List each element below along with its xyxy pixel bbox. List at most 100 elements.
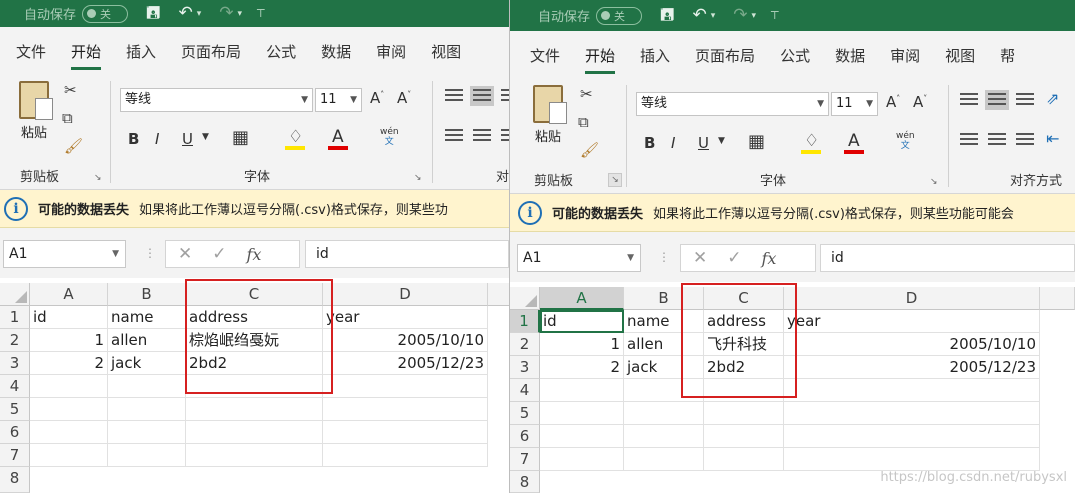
empty-cell[interactable] <box>30 398 108 421</box>
column-header-a[interactable]: A <box>30 283 108 306</box>
tab-view[interactable]: 视图 <box>945 45 975 66</box>
splitter-icon[interactable]: ⋮ <box>658 250 670 264</box>
row-header-4[interactable]: 4 <box>510 379 540 402</box>
row-header-5[interactable]: 5 <box>510 402 540 425</box>
tab-formulas[interactable]: 公式 <box>780 45 810 66</box>
customize-toolbar-icon[interactable]: ⊤ <box>256 7 266 20</box>
empty-cell[interactable] <box>540 448 624 471</box>
border-icon[interactable]: ▦ <box>232 127 249 148</box>
splitter-icon[interactable]: ⋮ <box>144 246 156 260</box>
row-header-7[interactable]: 7 <box>0 444 30 467</box>
tab-insert[interactable]: 插入 <box>126 41 156 62</box>
format-painter-icon[interactable]: 🖌 <box>64 137 83 155</box>
copy-icon[interactable]: ⧉ <box>578 113 589 131</box>
undo-dropdown-icon[interactable]: ▾ <box>711 11 716 21</box>
empty-cell[interactable] <box>624 448 704 471</box>
italic-icon[interactable]: I <box>671 134 675 152</box>
row-header-6[interactable]: 6 <box>0 421 30 444</box>
empty-cell[interactable] <box>624 425 704 448</box>
italic-icon[interactable]: I <box>155 130 159 148</box>
empty-cell[interactable] <box>540 379 624 402</box>
decrease-indent-icon[interactable]: ⇤ <box>1046 129 1059 148</box>
tab-data[interactable]: 数据 <box>835 45 865 66</box>
enter-icon[interactable]: ✓ <box>727 248 741 268</box>
empty-cell[interactable] <box>784 402 1040 425</box>
clipboard-launcher-icon[interactable]: ↘ <box>608 173 622 187</box>
shrink-font-icon[interactable]: A˅ <box>397 89 411 107</box>
empty-cell[interactable] <box>108 375 186 398</box>
function-icon[interactable]: fx <box>762 249 777 268</box>
empty-cell[interactable] <box>186 444 323 467</box>
cancel-icon[interactable]: ✕ <box>693 248 707 268</box>
tab-review[interactable]: 审阅 <box>890 45 920 66</box>
align-center-icon[interactable] <box>988 133 1006 147</box>
phonetic-icon[interactable]: wén 文 <box>896 131 915 151</box>
enter-icon[interactable]: ✓ <box>212 244 226 264</box>
font-color-icon[interactable]: A <box>848 131 860 151</box>
copy-icon[interactable]: ⧉ <box>62 109 73 127</box>
shrink-font-icon[interactable]: A˅ <box>913 93 927 111</box>
cell-d1[interactable]: year <box>784 310 1040 333</box>
redo-dropdown-icon[interactable]: ▾ <box>238 9 243 19</box>
tab-help[interactable]: 帮 <box>1000 45 1015 66</box>
fill-color-icon[interactable]: ♢ <box>804 131 819 151</box>
row-header-2[interactable]: 2 <box>510 333 540 356</box>
align-left-icon[interactable] <box>960 133 978 147</box>
undo-icon[interactable]: ↶ <box>178 5 192 22</box>
undo-dropdown-icon[interactable]: ▾ <box>197 9 202 19</box>
column-header-d[interactable]: D <box>784 287 1040 310</box>
column-header-d[interactable]: D <box>323 283 488 306</box>
align-middle-icon[interactable] <box>985 90 1009 110</box>
chevron-down-icon[interactable]: ▼ <box>718 136 725 146</box>
align-left-icon[interactable] <box>445 129 463 143</box>
select-all-button[interactable] <box>0 283 30 306</box>
fill-color-icon[interactable]: ♢ <box>288 127 303 147</box>
align-top-icon[interactable] <box>960 93 978 107</box>
font-launcher-icon[interactable]: ↘ <box>414 173 422 183</box>
align-right-icon[interactable] <box>1016 133 1034 147</box>
empty-cell[interactable] <box>30 375 108 398</box>
empty-cell[interactable] <box>186 421 323 444</box>
cell-d2[interactable]: 2005/10/10 <box>784 333 1040 356</box>
function-icon[interactable]: fx <box>247 245 262 264</box>
align-top-icon[interactable] <box>445 89 463 103</box>
name-box[interactable]: A1 ▼ <box>517 244 641 272</box>
paste-button[interactable]: 粘贴 <box>14 81 54 141</box>
empty-cell[interactable] <box>704 425 784 448</box>
cell-b2[interactable]: allen <box>108 329 186 352</box>
empty-cell[interactable] <box>704 402 784 425</box>
cut-icon[interactable]: ✂ <box>580 85 593 103</box>
column-header-e[interactable] <box>488 283 509 306</box>
cell-b1[interactable]: name <box>108 306 186 329</box>
grow-font-icon[interactable]: A˄ <box>370 89 384 107</box>
chevron-down-icon[interactable]: ▼ <box>202 132 209 142</box>
font-name-select[interactable]: 等线 ▼ <box>120 88 313 112</box>
empty-cell[interactable] <box>323 444 488 467</box>
phonetic-icon[interactable]: wén 文 <box>380 127 399 147</box>
empty-cell[interactable] <box>108 398 186 421</box>
cell-d1[interactable]: year <box>323 306 488 329</box>
tab-view[interactable]: 视图 <box>431 41 461 62</box>
align-bottom-icon[interactable] <box>1016 93 1034 107</box>
tab-page-layout[interactable]: 页面布局 <box>181 41 241 62</box>
underline-icon[interactable]: U <box>698 134 709 152</box>
formula-input[interactable]: id <box>820 244 1075 272</box>
tab-file[interactable]: 文件 <box>16 41 46 62</box>
empty-cell[interactable] <box>323 398 488 421</box>
empty-cell[interactable] <box>30 421 108 444</box>
cell-b3[interactable]: jack <box>108 352 186 375</box>
empty-cell[interactable] <box>323 421 488 444</box>
autosave-toggle[interactable]: 关 <box>82 4 129 23</box>
row-header-3[interactable]: 3 <box>0 352 30 375</box>
empty-cell[interactable] <box>624 402 704 425</box>
empty-cell[interactable] <box>540 402 624 425</box>
tab-page-layout[interactable]: 页面布局 <box>695 45 755 66</box>
cell-a1[interactable]: id <box>30 306 108 329</box>
tab-insert[interactable]: 插入 <box>640 45 670 66</box>
cell-a2[interactable]: 1 <box>30 329 108 352</box>
underline-icon[interactable]: U <box>182 130 193 148</box>
column-header-b[interactable]: B <box>108 283 186 306</box>
tab-file[interactable]: 文件 <box>530 45 560 66</box>
grow-font-icon[interactable]: A˄ <box>886 93 900 111</box>
row-header-6[interactable]: 6 <box>510 425 540 448</box>
